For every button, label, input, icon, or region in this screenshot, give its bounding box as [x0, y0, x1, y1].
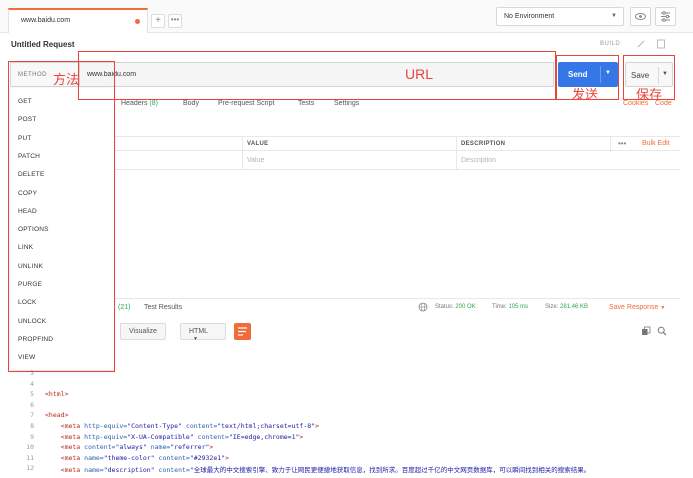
chevron-down-icon: ▼ [660, 305, 666, 311]
tab-test-results[interactable]: Test Results [144, 304, 182, 311]
table-row: Value Description [112, 151, 680, 170]
bulk-edit-link[interactable]: Bulk Edit [642, 140, 670, 147]
request-title[interactable]: Untitled Request [11, 40, 75, 49]
tab-body[interactable]: Body [183, 100, 199, 107]
line-number: 4 [30, 379, 34, 388]
tab-strip: www.baidu.com + ••• No Environment ▼ [0, 0, 693, 33]
tab-pre-request-script[interactable]: Pre-request Script [218, 100, 274, 107]
tab-headers-label: Headers [121, 100, 148, 107]
wrap-lines-icon [238, 327, 247, 336]
status-readout: Status: 200 OK [435, 304, 476, 310]
code-line: <head> [45, 411, 69, 420]
column-divider [456, 137, 457, 152]
chevron-down-icon: ▼ [611, 13, 617, 19]
chevron-down-icon: ▼ [193, 336, 198, 342]
build-label: BUILD [600, 41, 621, 47]
manage-environments-button[interactable] [655, 7, 676, 26]
code-line: <meta content="always" name="referrer"> [60, 443, 214, 452]
line-number: 7 [30, 411, 34, 420]
size-value: 281.46 KB [560, 304, 589, 310]
size-readout: Size: 281.46 KB [545, 304, 588, 310]
code-line: <html> [45, 390, 69, 399]
status-value: 200 OK [455, 304, 476, 310]
status-label: Status: [435, 304, 454, 310]
time-label: Time: [492, 304, 507, 310]
time-readout: Time: 105 ms [492, 304, 528, 310]
environment-quick-look-button[interactable] [630, 7, 651, 26]
description-field[interactable]: Description [461, 157, 496, 164]
search-icon[interactable] [657, 326, 667, 336]
time-value: 105 ms [508, 304, 529, 310]
visualize-button[interactable]: Visualize [120, 323, 166, 340]
more-options-icon[interactable]: ••• [618, 139, 626, 148]
copy-icon[interactable] [641, 326, 651, 336]
annotation-url-box [78, 51, 556, 100]
column-divider [242, 137, 243, 152]
sliders-icon [661, 11, 670, 22]
globe-icon [418, 302, 428, 312]
annotation-save-label: 保存 [636, 88, 663, 103]
annotation-url-label: URL [405, 66, 434, 82]
environment-label: No Environment [504, 13, 555, 20]
tab-tests[interactable]: Tests [298, 100, 314, 107]
more-tabs-button[interactable]: ••• [168, 14, 182, 28]
value-column-header: VALUE [247, 141, 269, 147]
format-select-label: HTML [189, 328, 208, 335]
code-line: <meta name="theme-color" content="#2932e… [60, 453, 229, 462]
tab-headers-badge: (8) [149, 100, 158, 107]
value-field[interactable]: Value [247, 157, 264, 164]
code-line: <meta http-equiv="X-UA-Compatible" conte… [60, 432, 304, 441]
request-tab[interactable]: www.baidu.com [8, 8, 148, 33]
code-line: <meta name="description" content="全球最大的中… [60, 466, 591, 475]
response-bar: (21) Test Results [112, 298, 680, 316]
tab-settings[interactable]: Settings [334, 100, 359, 107]
line-number: 5 [30, 390, 34, 399]
environment-select[interactable]: No Environment ▼ [496, 7, 624, 26]
tab-headers[interactable]: Headers (8) [121, 100, 158, 107]
save-response-button[interactable]: Save Response ▼ [609, 304, 665, 311]
description-column-header: DESCRIPTION [461, 141, 506, 147]
size-label: Size: [545, 304, 559, 310]
request-tab-label: www.baidu.com [21, 17, 71, 24]
annotation-send-label: 发送 [572, 88, 599, 103]
params-table-header: VALUE DESCRIPTION [112, 136, 680, 152]
annotation-method-box [8, 61, 115, 372]
new-tab-button[interactable]: + [151, 14, 165, 28]
save-response-label: Save Response [609, 304, 659, 311]
line-number: 8 [30, 422, 34, 430]
annotation-method-label: 方法 [53, 73, 80, 88]
unsaved-dot-icon [135, 19, 140, 24]
column-divider [610, 137, 611, 152]
eye-icon [635, 13, 646, 20]
document-icon[interactable] [655, 38, 667, 50]
line-number: 11 [26, 453, 34, 462]
line-number: 10 [26, 443, 34, 452]
line-number: 6 [30, 400, 34, 409]
wrap-lines-button[interactable] [234, 323, 251, 340]
column-divider [242, 151, 243, 170]
code-line: <meta http-equiv="Content-Type" content=… [60, 422, 319, 430]
response-tab-badge[interactable]: (21) [118, 304, 130, 311]
column-divider [456, 151, 457, 170]
format-select[interactable]: HTML ▼ [180, 323, 226, 342]
line-number: 12 [26, 464, 34, 473]
line-number: 9 [30, 432, 34, 441]
pencil-icon[interactable] [635, 38, 647, 50]
